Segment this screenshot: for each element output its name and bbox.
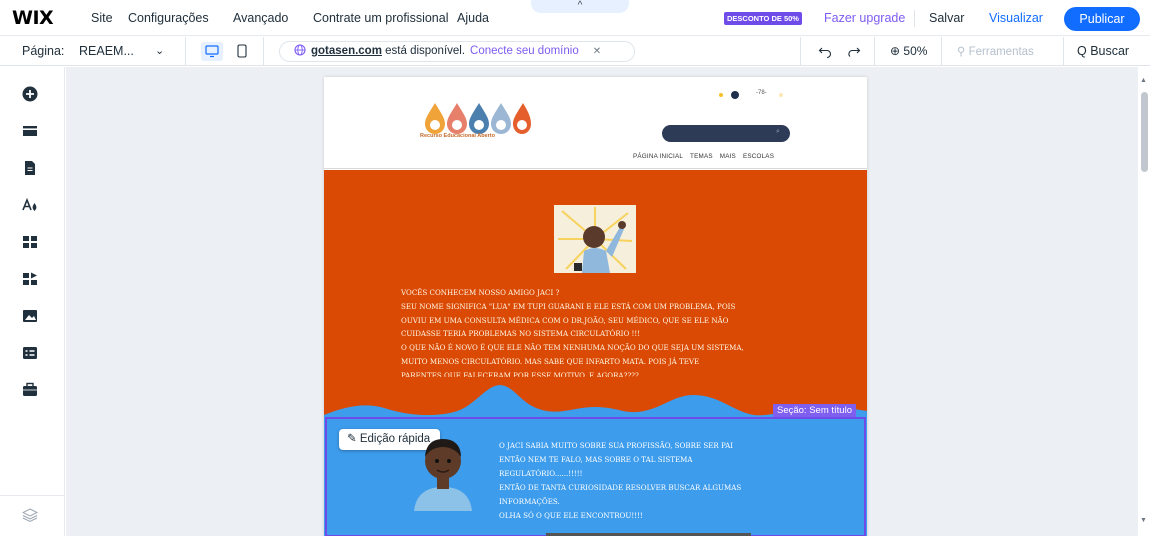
orange-section[interactable]: VOCÊS CONHECEM NOSSO AMIGO JACI ? SEU NO…: [324, 170, 867, 400]
zoom-control[interactable]: ⊕ 50%: [890, 44, 927, 58]
collapse-toolbar-button[interactable]: ^: [531, 0, 629, 13]
blue-line: OLHA SÓ O QUE ELE ENCONTROU!!!!: [499, 511, 643, 520]
divider: [874, 37, 875, 66]
blue-line: ENTÃO DE TANTA CURIOSIDADE RESOLVER BUSC…: [499, 483, 742, 492]
menus-icon[interactable]: [22, 123, 38, 139]
domain-notice-bar: gotasen.com está disponível. Conecte seu …: [279, 41, 635, 62]
blue-line: REGULATÓRIO......!!!!!: [499, 469, 583, 478]
site-nav: PÁGINA INICIAL TEMAS MAIS ESCOLAS: [633, 153, 781, 160]
domain-available-text: está disponível.: [381, 45, 466, 57]
story-line: CUIDASSE TERIA PROBLEMAS NO SISTEMA CIRC…: [401, 329, 641, 339]
story-line: SEU NOME SIGNIFICA "LUA" EM TUPI GUARANI…: [401, 301, 736, 311]
menu-advanced[interactable]: Avançado: [233, 11, 288, 25]
divider: [185, 37, 186, 66]
menu-settings[interactable]: Configurações: [128, 11, 209, 25]
divider: [941, 37, 942, 66]
divider: [800, 37, 801, 66]
search-button[interactable]: Q Buscar: [1077, 44, 1129, 58]
logo-subtitle: Recurso Educacional Aberto: [420, 133, 495, 139]
nav-item-escolas[interactable]: ESCOLAS: [743, 153, 774, 160]
header-temp-text: -78-: [756, 90, 767, 96]
undo-icon[interactable]: [818, 43, 833, 58]
blue-line: INFORMAÇÕES.: [499, 497, 560, 506]
story-line: MUITO MENOS CIRCULATÓRIO. MAS SABE QUE I…: [401, 356, 700, 366]
menu-site[interactable]: Site: [91, 11, 113, 25]
design-icon[interactable]: [22, 197, 38, 213]
jaci-cheering-image[interactable]: [554, 205, 636, 273]
chevron-down-icon[interactable]: ⌄: [155, 44, 164, 57]
discount-badge: DESCONTO DE 50%: [724, 12, 802, 25]
publish-button[interactable]: Publicar: [1064, 7, 1140, 31]
close-icon[interactable]: ✕: [593, 46, 601, 57]
add-icon[interactable]: [22, 86, 38, 102]
story-line: VOCÊS CONHECEM NOSSO AMIGO JACI ?: [401, 288, 560, 297]
globe-icon: [294, 44, 306, 56]
media-icon[interactable]: [22, 308, 38, 324]
redo-icon[interactable]: [846, 43, 861, 58]
portfolio-icon[interactable]: [22, 382, 38, 398]
site-preview[interactable]: Recurso Educacional Aberto -78- ⌕ PÁGINA…: [324, 77, 867, 536]
site-search-input[interactable]: ⌕: [662, 125, 790, 142]
top-bar: WIX Site Configurações Avançado Contrate…: [0, 0, 1150, 36]
page-selector[interactable]: REAEM...: [79, 44, 134, 58]
pages-icon[interactable]: [22, 160, 38, 176]
nav-item-mais[interactable]: MAIS: [720, 153, 736, 160]
connect-domain-link[interactable]: Conecte seu domínio: [470, 45, 579, 57]
blue-paragraph[interactable]: O JACI SABIA MUITO SOBRE SUA PROFISSÃO, …: [499, 439, 839, 523]
story-line: OUVIU EM UMA CONSULTA MÉDICA COM O DR.JO…: [401, 315, 729, 325]
scroll-up-arrow[interactable]: ▲: [1140, 77, 1147, 84]
story-paragraph[interactable]: VOCÊS CONHECEM NOSSO AMIGO JACI ? SEU NO…: [401, 286, 801, 383]
desktop-view-icon[interactable]: [201, 42, 223, 61]
story-line: O QUE NÃO É NOVO É QUE ELE NÃO TEM NENHU…: [401, 343, 744, 353]
site-header[interactable]: Recurso Educacional Aberto -78- ⌕ PÁGINA…: [324, 77, 867, 169]
blue-section[interactable]: ✎ Edição rápida O JACI SABIA MUITO SOBRE…: [324, 417, 867, 536]
blue-line: ENTÃO NEM TE FALO, MAS SOBRE O TAL SISTE…: [499, 455, 693, 464]
editor-canvas[interactable]: Recurso Educacional Aberto -78- ⌕ PÁGINA…: [66, 67, 1138, 536]
divider: [1063, 37, 1064, 66]
divider: [914, 10, 915, 27]
nav-item-temas[interactable]: TEMAS: [690, 153, 713, 160]
menu-help[interactable]: Ajuda: [457, 11, 489, 25]
business-apps-icon[interactable]: [22, 271, 38, 287]
jaci-portrait-image[interactable]: [412, 431, 474, 511]
section-tag[interactable]: Seção: Sem título: [773, 404, 856, 417]
scrollbar-thumb[interactable]: [1141, 92, 1148, 172]
divider: [0, 495, 65, 496]
domain-name[interactable]: gotasen.com: [311, 45, 382, 57]
page-label: Página:: [22, 44, 65, 58]
wix-logo[interactable]: WIX: [12, 7, 54, 29]
pencil-icon: ✎: [347, 433, 360, 445]
upgrade-link[interactable]: Fazer upgrade: [824, 11, 905, 25]
scroll-down-arrow[interactable]: ▼: [1140, 517, 1147, 524]
save-button[interactable]: Salvar: [929, 11, 964, 25]
apps-icon[interactable]: [22, 234, 38, 250]
layers-icon[interactable]: [22, 507, 38, 523]
divider: [263, 37, 264, 66]
preview-button[interactable]: Visualizar: [989, 11, 1043, 25]
blue-line: O JACI SABIA MUITO SOBRE SUA PROFISSÃO, …: [499, 441, 734, 450]
header-decoration: [719, 91, 783, 99]
editor-toolbar: Página: REAEM... ⌄ gotasen.com está disp…: [0, 37, 1150, 66]
tools-button[interactable]: ⚲ Ferramentas: [957, 44, 1034, 58]
nav-item-home[interactable]: PÁGINA INICIAL: [633, 153, 683, 160]
menu-hire-professional[interactable]: Contrate um profissional: [313, 11, 448, 25]
cms-icon[interactable]: [22, 345, 38, 361]
left-rail: [0, 67, 65, 536]
mobile-view-icon[interactable]: [235, 42, 249, 61]
search-icon: ⌕: [776, 128, 780, 135]
